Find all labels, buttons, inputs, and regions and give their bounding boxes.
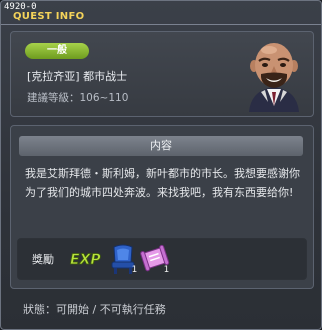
quest-info-window: 4920-0 QUEST INFO 一般 [克拉齐亚] 都市战士 建議等級：10…	[0, 0, 322, 330]
quest-header-panel: 一般 [克拉齐亚] 都市战士 建議等級：106~110	[10, 31, 314, 117]
quest-status: 狀態：可開始 / 不可執行任務	[23, 303, 166, 316]
reward-item-scroll[interactable]: 1	[140, 243, 170, 275]
quest-category-badge: 一般	[25, 43, 89, 59]
quest-content-panel: 内容 我是艾斯拜德・斯利姆，新叶都市的市长。我想要感谢你为了我们的城市四处奔波。…	[10, 125, 314, 289]
reward-item-count: 1	[163, 265, 169, 275]
exp-text: EXP	[70, 252, 101, 267]
exp-icon: EXP	[70, 252, 102, 267]
quest-description: 我是艾斯拜德・斯利姆，新叶都市的市长。我想要感谢你为了我们的城市四处奔波。来找我…	[25, 167, 300, 199]
reward-item-chair[interactable]: 1	[108, 243, 138, 275]
title-divider	[1, 24, 321, 25]
reward-label: 獎勵	[32, 253, 54, 266]
window-title: QUEST INFO	[13, 11, 85, 22]
reward-item-count: 1	[131, 265, 137, 275]
title-bar: QUEST INFO	[1, 11, 321, 25]
content-header: 内容	[19, 136, 303, 156]
quest-name: [克拉齐亚] 都市战士	[27, 70, 128, 83]
reward-panel: 獎勵 EXP 1 1	[17, 238, 307, 280]
recommended-level: 建議等級：106~110	[27, 92, 129, 104]
npc-portrait	[249, 43, 299, 112]
